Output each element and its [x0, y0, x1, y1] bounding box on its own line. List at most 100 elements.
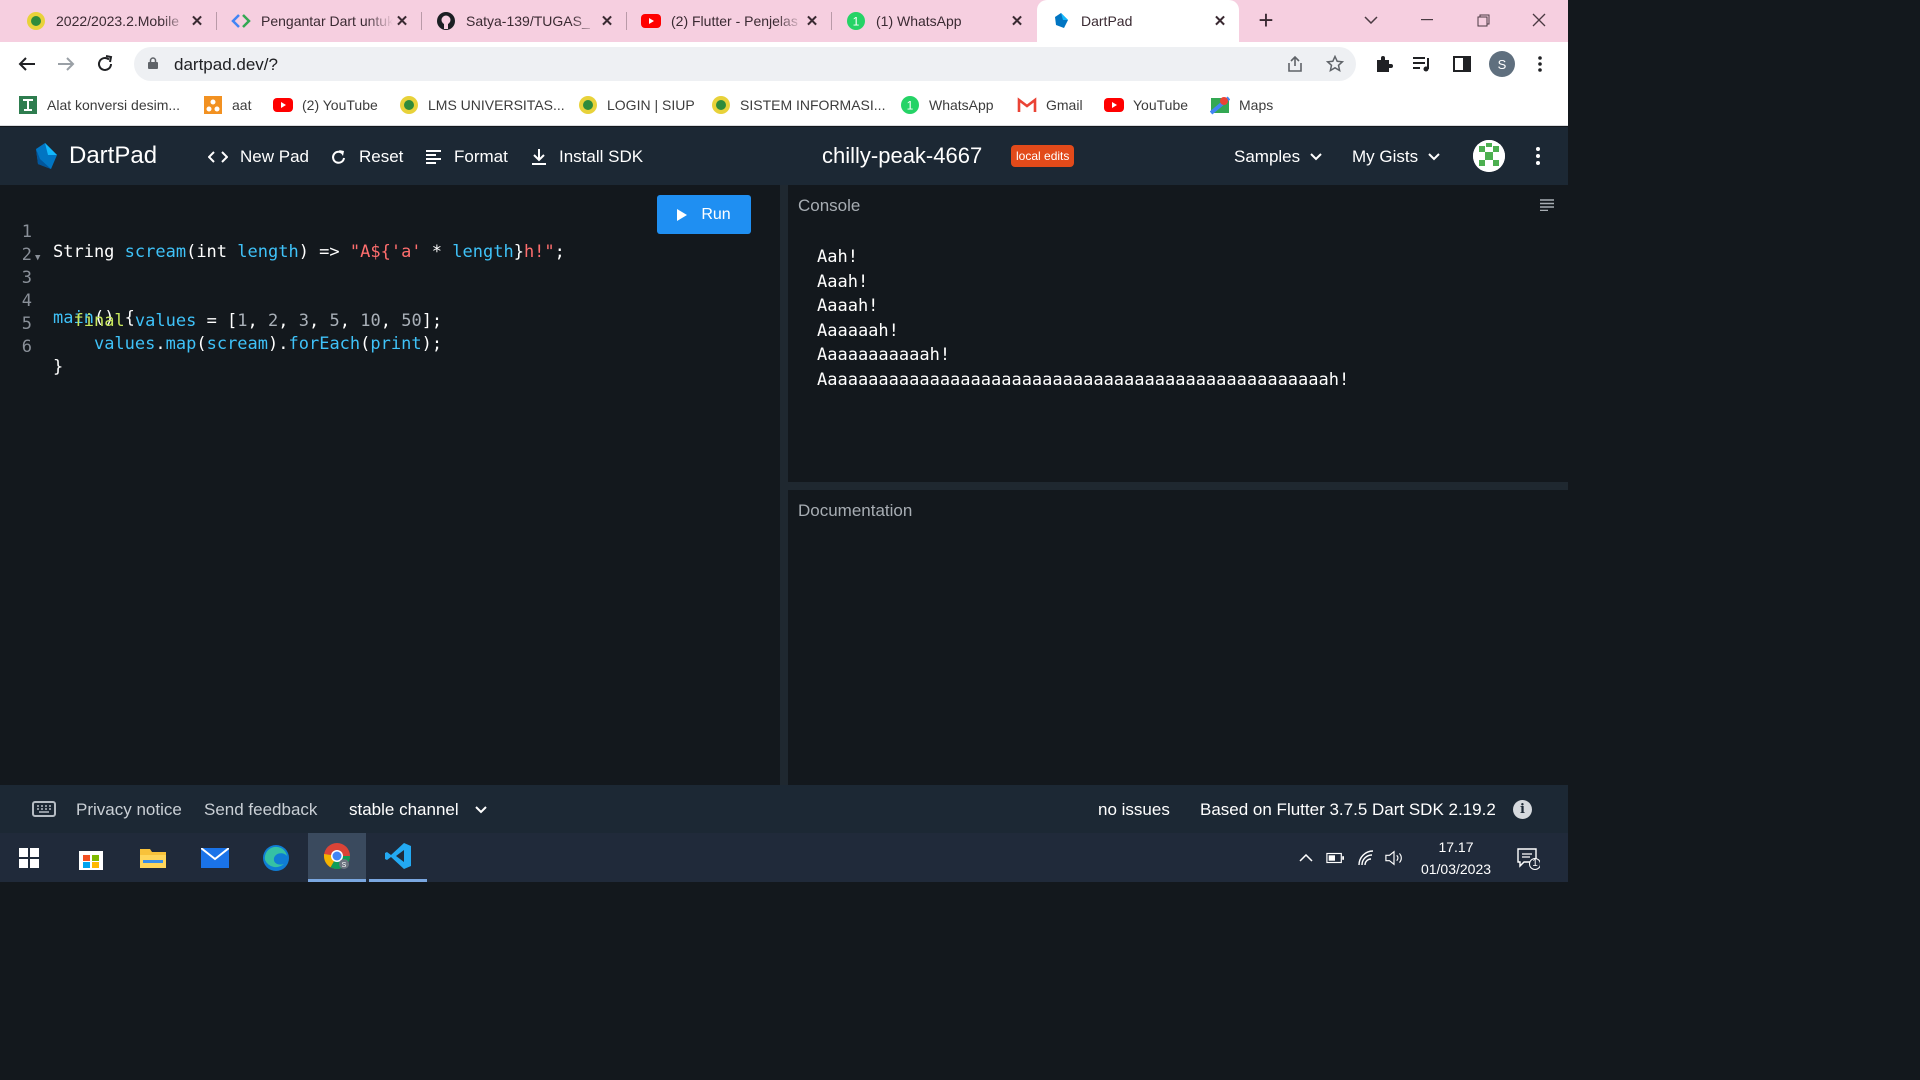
pad-name[interactable]: chilly-peak-4667 [822, 143, 982, 169]
browser-tab-dartpad[interactable]: DartPad ✕ [1037, 0, 1239, 42]
windows-taskbar: S 17.17 01/03/2023 1 [0, 833, 1568, 882]
chrome-taskbar-icon[interactable]: S [308, 833, 366, 882]
panel-splitter[interactable] [788, 482, 1568, 490]
close-icon[interactable]: ✕ [598, 12, 616, 30]
maps-icon [1210, 96, 1230, 115]
bookmark-label: Maps [1239, 97, 1274, 113]
bookmark-label: aat [232, 97, 252, 113]
university-icon [26, 11, 46, 31]
bookmark-item[interactable]: Alat konversi desim... [18, 94, 180, 116]
close-icon[interactable]: ✕ [1211, 12, 1229, 30]
user-avatar[interactable] [1473, 140, 1505, 172]
reload-icon[interactable] [92, 51, 118, 77]
fold-arrow-icon[interactable]: ▼ [35, 253, 40, 263]
console-output-line: Aaaaaaaaaaah! [817, 345, 951, 365]
channel-dropdown[interactable]: stable channel [349, 800, 487, 820]
close-icon[interactable]: ✕ [188, 12, 206, 30]
share-icon[interactable] [1284, 54, 1306, 74]
wifi-icon[interactable] [1357, 849, 1375, 867]
run-button[interactable]: Run [657, 195, 751, 234]
bookmark-item[interactable]: aat [203, 94, 251, 116]
whatsapp-icon: 1 [900, 96, 920, 114]
lock-icon [148, 57, 158, 69]
volume-icon[interactable] [1385, 849, 1403, 867]
vscode-icon[interactable] [369, 833, 427, 882]
youtube-icon [273, 96, 293, 114]
reset-button[interactable]: Reset [330, 145, 403, 169]
run-label: Run [701, 205, 731, 223]
info-icon[interactable]: i [1513, 800, 1532, 819]
install-sdk-button[interactable]: Install SDK [531, 145, 643, 169]
browser-tab-github[interactable]: Satya-139/TUGAS_ ✕ [422, 0, 626, 42]
media-control-icon[interactable] [1410, 52, 1434, 76]
my-gists-dropdown[interactable]: My Gists [1352, 145, 1440, 169]
editor-splitter[interactable] [780, 185, 788, 785]
bookmark-item[interactable]: (2) YouTube [273, 94, 378, 116]
minimize-icon[interactable] [1412, 8, 1442, 32]
privacy-notice-link[interactable]: Privacy notice [76, 800, 182, 820]
tab-title: 2022/2023.2.Mobile [56, 13, 179, 29]
bookmark-item[interactable]: YouTube [1104, 94, 1188, 116]
format-button[interactable]: Format [425, 145, 508, 169]
bookmark-item[interactable]: Maps [1210, 94, 1273, 116]
windows-start-icon[interactable] [0, 833, 58, 882]
more-options-icon[interactable] [1530, 144, 1546, 168]
restore-icon[interactable] [1468, 8, 1498, 32]
local-edits-badge: local edits [1011, 145, 1075, 167]
issues-status[interactable]: no issues [1098, 800, 1170, 820]
close-icon[interactable]: ✕ [803, 12, 821, 30]
close-window-icon[interactable] [1524, 8, 1554, 32]
address-bar[interactable]: dartpad.dev/? [134, 47, 1356, 81]
dart-logo-icon [36, 143, 57, 169]
format-label: Format [454, 147, 508, 166]
bookmark-label: YouTube [1133, 97, 1189, 113]
bookmark-item[interactable]: 1 WhatsApp [900, 94, 994, 116]
bookmark-item[interactable]: Gmail [1017, 94, 1083, 116]
url-text: dartpad.dev/? [174, 55, 278, 74]
chevron-down-icon [1428, 150, 1440, 164]
bookmark-item[interactable]: SISTEM INFORMASI... [711, 94, 885, 116]
send-feedback-link[interactable]: Send feedback [204, 800, 317, 820]
mail-icon[interactable] [186, 833, 244, 882]
clear-console-icon[interactable] [1540, 199, 1554, 211]
keyboard-icon[interactable] [32, 801, 56, 817]
profile-avatar[interactable]: S [1489, 51, 1515, 77]
samples-label: Samples [1234, 147, 1301, 166]
browser-tab-whatsapp[interactable]: 1 (1) WhatsApp ✕ [832, 0, 1036, 42]
code-line: 1 String scream(int length) => "A${'a' *… [0, 202, 565, 262]
svg-text:1: 1 [853, 15, 860, 29]
bookmark-item[interactable]: LOGIN | SIUP [578, 94, 695, 116]
new-tab-button[interactable]: + [1252, 7, 1280, 34]
side-panel-icon[interactable] [1450, 52, 1474, 76]
samples-dropdown[interactable]: Samples [1234, 145, 1322, 169]
bookmark-item[interactable]: LMS UNIVERSITAS... [399, 94, 565, 116]
file-explorer-icon[interactable] [124, 833, 182, 882]
documentation-title: Documentation [798, 501, 913, 520]
browser-tab-lms[interactable]: 2022/2023.2.Mobile ✕ [12, 0, 216, 42]
gmail-icon [1017, 96, 1037, 114]
code-line: 5 values.map(scream).forEach(print); [0, 294, 442, 354]
line-number: 6 [21, 337, 32, 357]
battery-icon[interactable] [1326, 849, 1344, 867]
back-icon[interactable] [14, 51, 40, 77]
browser-menu-icon[interactable] [1528, 52, 1552, 76]
notification-icon[interactable]: 1 [1516, 846, 1541, 870]
browser-tab-youtube[interactable]: (2) Flutter - Penjelas ✕ [627, 0, 831, 42]
code-editor[interactable]: 1 String scream(int length) => "A${'a' *… [0, 185, 780, 785]
forward-icon[interactable] [53, 51, 79, 77]
university-icon [578, 96, 598, 114]
bookmark-star-icon[interactable] [1324, 54, 1346, 74]
edge-icon[interactable] [247, 833, 305, 882]
browser-tab-pengantar[interactable]: Pengantar Dart untuk ✕ [217, 0, 421, 42]
close-icon[interactable]: ✕ [393, 12, 411, 30]
clock-date[interactable]: 01/03/2023 [1412, 861, 1500, 877]
close-icon[interactable]: ✕ [1008, 12, 1026, 30]
store-icon[interactable] [62, 833, 120, 882]
extensions-icon[interactable] [1372, 52, 1396, 76]
clock-time[interactable]: 17.17 [1418, 839, 1494, 855]
new-pad-button[interactable]: New Pad [208, 145, 309, 169]
tab-search-icon[interactable] [1356, 8, 1386, 32]
format-lines-icon [425, 149, 442, 165]
documentation-panel: Documentation [788, 490, 1568, 785]
show-hidden-icons[interactable] [1297, 849, 1315, 867]
